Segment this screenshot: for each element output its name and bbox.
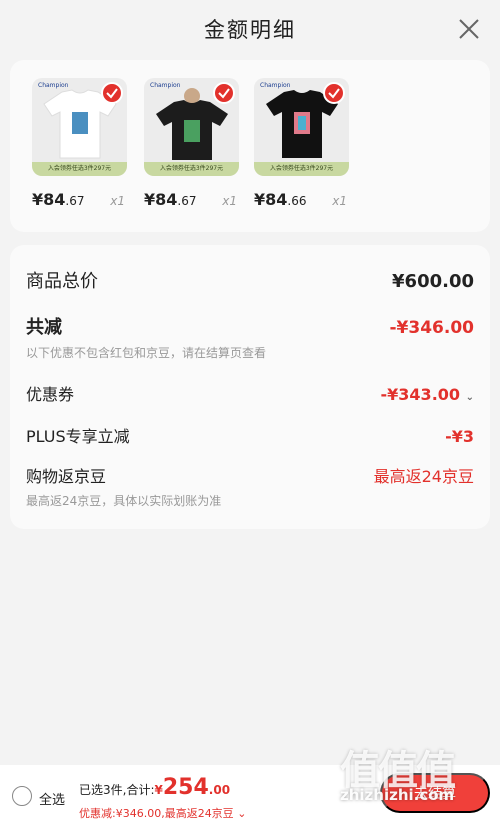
promo-banner: 入会领券任选3件297元 (254, 162, 349, 176)
amount-summary: 商品总价 ¥600.00 共减 -¥346.00 以下优惠不包含红包和京豆，请在… (10, 245, 490, 529)
product-quantity: x1 (332, 194, 347, 208)
checkout-bar: 全选 已选3件,合计:¥254.00 优惠减:¥346.00,最高返24京豆 ⌄… (0, 765, 500, 819)
selected-check-icon[interactable] (101, 82, 123, 104)
coupon-row[interactable]: 优惠券 -¥343.00 ⌄ (26, 381, 474, 405)
product-quantity: x1 (110, 194, 125, 208)
coupon-label: 优惠券 (26, 385, 75, 404)
reduce-label: 共减 (26, 317, 62, 338)
modal-header: 金额明细 (0, 0, 500, 58)
product-price: ¥84.67 (32, 190, 85, 209)
total-label: 商品总价 (26, 271, 98, 292)
product-price: ¥84.67 (144, 190, 197, 209)
product-thumbnail: Champion 入会领券任选3件297元 (32, 78, 127, 176)
beans-label: 购物返京豆 (26, 467, 107, 486)
chevron-down-icon: ⌄ (465, 392, 474, 403)
select-all-radio[interactable] (12, 786, 32, 806)
plus-row: PLUS专享立减 -¥3 (26, 423, 474, 447)
product-thumbnail: Champion 入会领券任选3件297元 (144, 78, 239, 176)
selected-check-icon[interactable] (213, 82, 235, 104)
total-row: 商品总价 ¥600.00 (26, 267, 474, 293)
beans-note: 最高返24京豆，具体以实际划账为准 (26, 494, 222, 508)
select-all-label[interactable]: 全选 (39, 789, 65, 808)
plus-label: PLUS专享立减 (26, 427, 130, 446)
close-icon[interactable] (458, 18, 480, 40)
grand-total: 254 (162, 775, 209, 800)
product-item[interactable]: Champion 入会领券任选3件297元 ¥84.67 x1 (144, 78, 239, 209)
product-price: ¥84.66 (254, 190, 307, 209)
discount-summary[interactable]: 优惠减:¥346.00,最高返24京豆 ⌄ (79, 805, 246, 819)
plus-value: -¥3 (445, 427, 474, 446)
promo-banner: 入会领券任选3件297元 (32, 162, 127, 176)
product-list: Champion 入会领券任选3件297元 ¥84.67 x1 Champion (10, 60, 490, 232)
reduce-note: 以下优惠不包含红包和京豆，请在结算页查看 (26, 346, 267, 360)
selected-check-icon[interactable] (323, 82, 345, 104)
product-quantity: x1 (222, 194, 237, 208)
page-title: 金额明细 (204, 18, 296, 42)
beans-row: 购物返京豆 最高返24京豆 (26, 463, 474, 487)
total-value: ¥600.00 (392, 271, 474, 292)
chevron-down-icon: ⌄ (237, 807, 247, 819)
reduce-row: 共减 -¥346.00 (26, 313, 474, 339)
product-item[interactable]: Champion 入会领券任选3件297元 ¥84.66 x1 (254, 78, 349, 209)
coupon-value[interactable]: -¥343.00 ⌄ (381, 385, 474, 404)
product-thumbnail: Champion 入会领券任选3件297元 (254, 78, 349, 176)
product-item[interactable]: Champion 入会领券任选3件297元 ¥84.67 x1 (32, 78, 127, 209)
promo-banner: 入会领券任选3件297元 (144, 162, 239, 176)
checkout-button[interactable]: 去结算 (380, 773, 490, 813)
selection-summary: 已选3件,合计:¥254.00 (79, 775, 231, 800)
reduce-value: -¥346.00 (389, 318, 475, 338)
beans-value: 最高返24京豆 (373, 467, 474, 486)
